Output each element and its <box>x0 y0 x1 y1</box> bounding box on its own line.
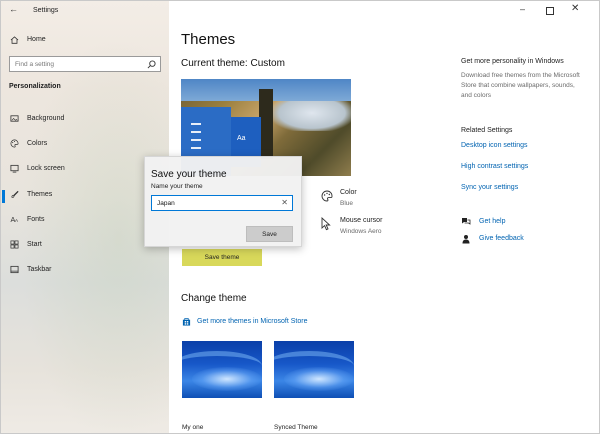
dialog-subtitle: Name your theme <box>151 183 203 190</box>
save-theme-button[interactable]: Save theme <box>182 249 262 266</box>
personality-description: Download free themes from the Microsoft … <box>461 72 580 99</box>
sidebar-item-label: Colors <box>27 140 48 147</box>
preview-line <box>191 139 201 141</box>
preview-line <box>191 131 201 133</box>
desktop-icon-settings-link[interactable]: Desktop icon settings <box>461 142 528 149</box>
close-icon[interactable]: ✕ <box>571 3 579 14</box>
clear-icon[interactable]: ✕ <box>281 198 288 207</box>
theme-label: My one <box>182 424 204 431</box>
sync-settings-link[interactable]: Sync your settings <box>461 184 518 191</box>
back-arrow-icon[interactable]: ← <box>9 4 18 14</box>
get-help-link[interactable]: Get help <box>479 218 505 225</box>
theme-thumbnail-synced[interactable] <box>274 341 354 398</box>
dialog-save-button[interactable]: Save <box>246 226 293 242</box>
change-theme-heading: Change theme <box>181 293 247 304</box>
feedback-icon <box>462 235 470 244</box>
color-label[interactable]: Color <box>340 189 357 196</box>
preview-text: Aa <box>237 135 246 142</box>
personality-heading: Get more personality in Windows <box>461 58 564 65</box>
theme-name-input[interactable]: Japan ✕ <box>151 195 293 211</box>
home-icon <box>10 36 19 44</box>
app-title: Settings <box>33 7 59 14</box>
maximize-icon[interactable] <box>546 7 554 15</box>
color-value: Blue <box>340 200 354 207</box>
sidebar-item-label: Taskbar <box>27 266 52 273</box>
current-theme-heading: Current theme: Custom <box>181 58 285 69</box>
page-title: Themes <box>181 31 236 48</box>
section-title: Personalization <box>9 83 61 90</box>
theme-thumbnail-my-one[interactable] <box>182 341 262 398</box>
sidebar-item-label: Background <box>27 115 65 122</box>
selected-indicator <box>2 190 5 203</box>
thumb-glow <box>284 367 354 391</box>
help-icon <box>462 218 471 225</box>
lock-screen-icon <box>10 164 19 173</box>
mouse-cursor-value: Windows Aero <box>340 228 382 235</box>
image-icon <box>10 115 19 122</box>
palette-icon <box>10 139 19 148</box>
home-link[interactable]: Home <box>27 36 46 43</box>
search-input[interactable]: Find a setting <box>9 56 161 72</box>
taskbar-icon <box>10 265 19 274</box>
sidebar-item-background[interactable]: Background <box>1 111 169 127</box>
theme-label: Synced Theme <box>274 424 318 431</box>
save-theme-label: Save theme <box>204 254 240 261</box>
font-icon: AA <box>10 215 18 224</box>
preview-line <box>191 147 201 149</box>
sidebar-item-label: Start <box>27 241 42 248</box>
sidebar-item-label: Lock screen <box>27 165 65 172</box>
start-icon <box>10 240 19 249</box>
sidebar-item-label: Themes <box>27 191 53 198</box>
preview-clouds <box>273 101 351 131</box>
svg-text:A: A <box>15 218 18 223</box>
high-contrast-settings-link[interactable]: High contrast settings <box>461 163 528 170</box>
thumb-glow <box>192 367 262 391</box>
sidebar-item-colors[interactable]: Colors <box>1 136 169 152</box>
sidebar-item-taskbar[interactable]: Taskbar <box>1 262 169 278</box>
sidebar-item-label: Fonts <box>27 216 45 223</box>
search-icon[interactable] <box>147 60 156 69</box>
preview-tree <box>259 89 273 159</box>
related-settings-heading: Related Settings <box>461 127 513 134</box>
dialog-title: Save your theme <box>151 169 227 180</box>
dialog-save-label: Save <box>262 231 277 238</box>
save-theme-dialog: Save your theme Name your theme Japan ✕ … <box>144 156 302 247</box>
preview-line <box>191 123 201 125</box>
minimize-icon[interactable]: – <box>520 4 525 14</box>
store-icon <box>182 318 191 326</box>
mouse-cursor-label[interactable]: Mouse cursor <box>340 217 382 224</box>
give-feedback-link[interactable]: Give feedback <box>479 235 524 242</box>
theme-name-value: Japan <box>157 200 175 207</box>
settings-window: ← Settings Home Find a setting Personali… <box>0 0 600 434</box>
brush-icon <box>11 190 19 198</box>
mouse-cursor-icon[interactable] <box>321 217 331 231</box>
search-placeholder: Find a setting <box>15 61 55 68</box>
store-link[interactable]: Get more themes in Microsoft Store <box>197 318 307 325</box>
palette-icon[interactable] <box>321 190 333 202</box>
